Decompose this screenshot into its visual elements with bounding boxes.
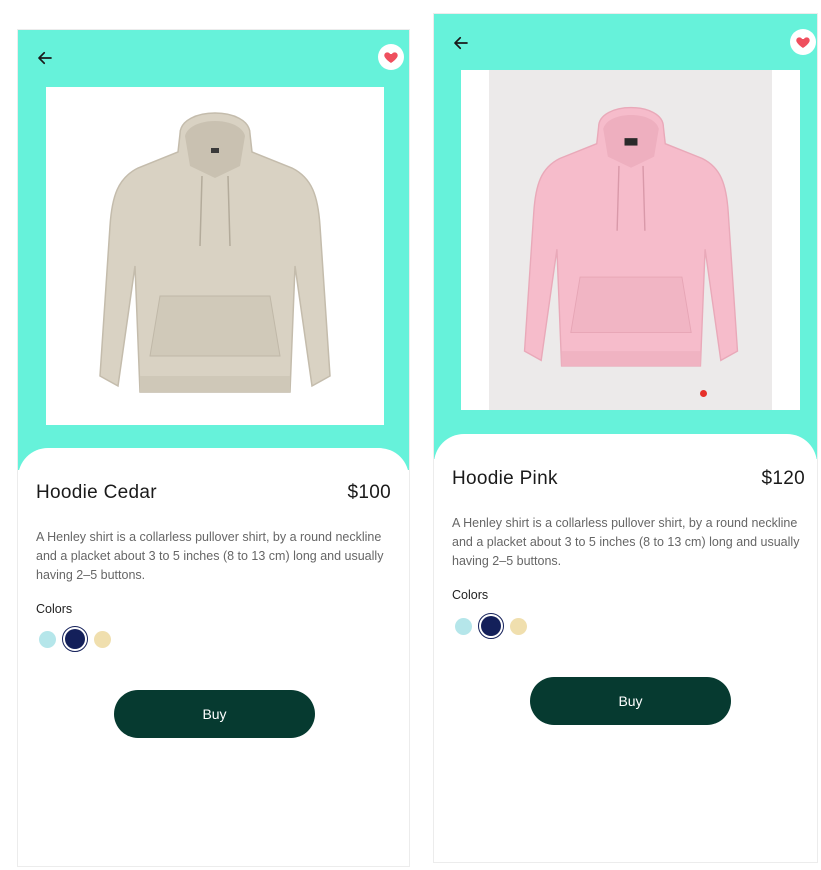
color-swatches <box>39 626 111 652</box>
product-image <box>46 87 384 425</box>
hoodie-shape <box>99 112 331 393</box>
color-swatch[interactable] <box>478 613 504 639</box>
heart-icon <box>384 52 398 63</box>
heart-icon <box>796 37 810 48</box>
product-price: $100 <box>347 482 391 503</box>
hero-section <box>18 30 409 470</box>
color-swatch[interactable] <box>39 630 56 648</box>
favorite-button[interactable] <box>790 29 816 55</box>
arrow-left-icon <box>38 51 52 65</box>
hoodie-shape <box>523 107 738 367</box>
color-swatches <box>455 613 527 639</box>
product-title: Hoodie Cedar <box>36 482 157 503</box>
product-description: A Henley shirt is a collarless pullover … <box>36 530 384 582</box>
colors-label: Colors <box>452 588 489 602</box>
product-screen-cedar: Hoodie Cedar $100 A Henley shirt is a co… <box>17 29 410 867</box>
color-swatch[interactable] <box>510 617 527 635</box>
details-sheet: Hoodie Pink $120 A Henley shirt is a col… <box>434 434 817 862</box>
buy-button[interactable]: Buy <box>114 690 315 738</box>
details-sheet: Hoodie Cedar $100 A Henley shirt is a co… <box>18 448 409 866</box>
product-image <box>461 70 800 410</box>
hoodie-image <box>523 107 738 367</box>
product-price: $120 <box>761 468 805 489</box>
product-description: A Henley shirt is a collarless pullover … <box>452 516 800 568</box>
image-indicator-dot <box>700 390 707 397</box>
hero-section <box>434 14 817 459</box>
product-screen-pink: Hoodie Pink $120 A Henley shirt is a col… <box>433 13 818 863</box>
buy-button[interactable]: Buy <box>530 677 731 725</box>
colors-label: Colors <box>36 602 73 616</box>
color-swatch[interactable] <box>62 626 88 652</box>
product-title: Hoodie Pink <box>452 468 558 489</box>
arrow-left-icon <box>454 36 468 50</box>
color-swatch[interactable] <box>455 617 472 635</box>
back-button[interactable] <box>32 45 58 71</box>
color-swatch[interactable] <box>94 630 111 648</box>
back-button[interactable] <box>448 30 474 56</box>
hoodie-image <box>99 112 331 393</box>
favorite-button[interactable] <box>378 44 404 70</box>
